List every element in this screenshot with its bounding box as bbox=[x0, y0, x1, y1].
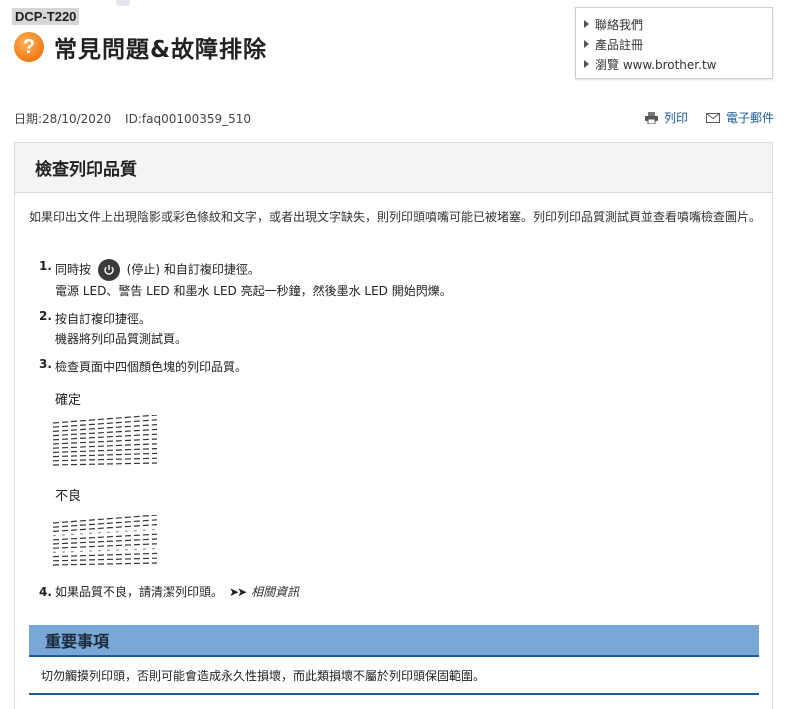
triangle-right-icon bbox=[584, 20, 589, 28]
envelope-icon bbox=[705, 112, 720, 123]
important-title: 重要事項 bbox=[29, 625, 759, 657]
nozzle-check-line bbox=[53, 528, 158, 537]
nozzle-check-line bbox=[53, 543, 158, 549]
email-link[interactable]: 電子郵件 bbox=[705, 109, 774, 126]
contact-us-link[interactable]: 聯絡我們 bbox=[584, 14, 772, 34]
question-icon: ? bbox=[14, 32, 44, 62]
faq-id: ID:faq00100359_510 bbox=[125, 112, 252, 126]
step-2-text: 按自訂複印捷徑。 bbox=[55, 312, 152, 326]
nozzle-check-line bbox=[53, 548, 158, 553]
product-registration-link[interactable]: 產品註冊 bbox=[584, 34, 772, 54]
triangle-right-icon bbox=[584, 60, 589, 68]
step-3: 3. 檢查頁面中四個顏色塊的列印品質。 bbox=[39, 357, 739, 377]
nozzle-check-line bbox=[53, 519, 158, 528]
nozzle-check-line bbox=[53, 538, 158, 545]
good-sample-image bbox=[53, 415, 158, 466]
nozzle-check-line bbox=[53, 428, 158, 437]
step-number: 4. bbox=[39, 584, 52, 599]
double-arrow-icon: ➤➤ bbox=[229, 584, 247, 599]
step-3-text: 檢查頁面中四個顏色塊的列印品質。 bbox=[55, 360, 248, 374]
nozzle-check-line bbox=[53, 443, 158, 449]
brother-site-label: 瀏覽 www.brother.tw bbox=[595, 57, 717, 72]
step-1-post: (停止) 和自訂複印捷徑。 bbox=[126, 262, 260, 277]
nozzle-check-line bbox=[53, 524, 158, 532]
bad-label: 不良 bbox=[55, 489, 82, 504]
nozzle-check-line bbox=[53, 424, 158, 432]
panel-title: 檢查列印品質 bbox=[15, 143, 772, 193]
product-registration-label: 產品註冊 bbox=[595, 37, 644, 52]
model-tab-decoration bbox=[116, 0, 130, 6]
stop-button-icon bbox=[97, 259, 120, 281]
email-label: 電子郵件 bbox=[725, 111, 774, 125]
printer-icon bbox=[644, 111, 658, 124]
step-1-pre: 同時按 bbox=[55, 262, 92, 277]
side-links-box: 聯絡我們 產品註冊 瀏覽 www.brother.tw bbox=[575, 7, 773, 79]
nozzle-check-line bbox=[53, 562, 158, 566]
bad-sample-image bbox=[53, 515, 158, 566]
step-4-text: 如果品質不良，請清潔列印頭。 bbox=[55, 585, 224, 599]
faq-panel: 檢查列印品質 如果印出文件上出現陰影或彩色條紋和文字，或者出現文字缺失，則列印頭… bbox=[14, 142, 773, 709]
step-4: 4. 如果品質不良，請清潔列印頭。 ➤➤ 相關資訊 bbox=[39, 583, 299, 600]
step-number: 2. bbox=[39, 309, 52, 323]
nozzle-check-line bbox=[53, 433, 158, 441]
step-2-sub: 機器將列印品質測試頁。 bbox=[55, 332, 188, 346]
related-info-link[interactable]: 相關資訊 bbox=[251, 583, 299, 600]
model-name: DCP-T220 bbox=[12, 8, 80, 25]
step-number: 3. bbox=[39, 357, 52, 371]
important-box: 重要事項 切勿觸摸列印頭，否則可能會造成永久性損壞，而此類損壞不屬於列印頭保固範… bbox=[29, 625, 759, 695]
important-text: 切勿觸摸列印頭，否則可能會造成永久性損壞，而此類損壞不屬於列印頭保固範圍。 bbox=[29, 657, 759, 695]
nozzle-check-line bbox=[53, 457, 158, 462]
page-actions: 列印 電子郵件 bbox=[627, 109, 774, 126]
faq-date: 日期:28/10/2020 bbox=[14, 112, 112, 126]
page-header: ? 常見問題&故障排除 bbox=[14, 30, 267, 64]
faq-meta: 日期:28/10/2020 ID:faq00100359_510 bbox=[14, 110, 251, 127]
step-number: 1. bbox=[39, 259, 52, 273]
nozzle-check-line bbox=[53, 557, 158, 562]
nozzle-check-line bbox=[53, 533, 158, 541]
steps-list: 1. 同時按 (停止) 和自訂複印捷徑。 電源 LED、警告 LED 和墨水 L… bbox=[39, 259, 739, 385]
page-title: 常見問題&故障排除 bbox=[54, 37, 268, 63]
intro-text: 如果印出文件上出現陰影或彩色條紋和文字，或者出現文字缺失，則列印頭噴嘴可能已被堵… bbox=[29, 210, 762, 224]
nozzle-check-line bbox=[53, 448, 158, 453]
step-1-sub: 電源 LED、警告 LED 和墨水 LED 亮起一秒鐘，然後墨水 LED 開始閃… bbox=[55, 284, 452, 298]
nozzle-check-line bbox=[53, 438, 158, 445]
step-1: 1. 同時按 (停止) 和自訂複印捷徑。 電源 LED、警告 LED 和墨水 L… bbox=[39, 259, 739, 301]
brother-site-link[interactable]: 瀏覽 www.brother.tw bbox=[584, 54, 772, 74]
nozzle-check-line bbox=[53, 419, 158, 428]
nozzle-check-line bbox=[53, 515, 158, 524]
print-label: 列印 bbox=[663, 111, 688, 125]
nozzle-check-line bbox=[53, 462, 158, 466]
nozzle-check-line bbox=[53, 552, 158, 558]
print-link[interactable]: 列印 bbox=[644, 109, 688, 126]
nozzle-check-line bbox=[53, 415, 158, 424]
triangle-right-icon bbox=[584, 40, 589, 48]
step-2: 2. 按自訂複印捷徑。 機器將列印品質測試頁。 bbox=[39, 309, 739, 349]
good-label: 確定 bbox=[55, 393, 82, 408]
nozzle-check-line bbox=[53, 452, 158, 458]
contact-us-label: 聯絡我們 bbox=[595, 17, 644, 32]
